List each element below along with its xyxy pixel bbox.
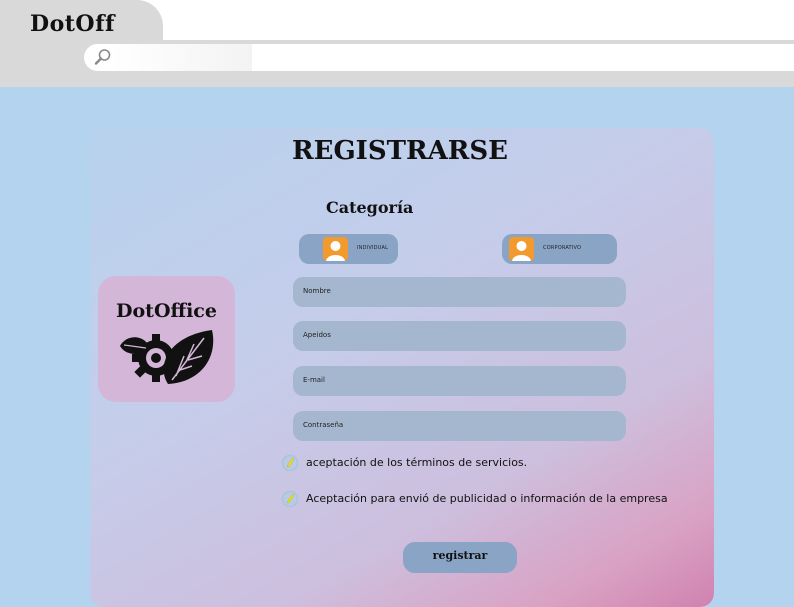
terms-checkbox[interactable] xyxy=(281,454,299,472)
email-field[interactable]: E-mail xyxy=(293,366,626,396)
magnifier-icon[interactable] xyxy=(93,47,113,67)
category-heading: Categoría xyxy=(326,198,414,217)
register-button[interactable]: registrar xyxy=(403,542,517,573)
brand-logo-card: DotOffice xyxy=(98,276,235,402)
advertising-label: Aceptación para envió de publicidad o in… xyxy=(306,492,668,505)
browser-chrome: DotOff xyxy=(0,0,794,87)
advertising-checkbox[interactable] xyxy=(281,490,299,508)
user-avatar-icon xyxy=(323,237,348,261)
name-placeholder: Nombre xyxy=(303,287,331,295)
category-label: INDIVIDUAL xyxy=(357,245,389,251)
register-button-label: registrar xyxy=(432,549,488,562)
email-placeholder: E-mail xyxy=(303,376,325,384)
category-corporativo-button[interactable]: CORPORATIVO xyxy=(502,234,617,264)
password-field[interactable]: Contraseña xyxy=(293,411,626,441)
category-label: CORPORATIVO xyxy=(543,245,582,251)
tab-title: DotOff xyxy=(30,11,116,37)
logo-text: DotOffice xyxy=(116,300,217,322)
gear-leaf-logo-icon xyxy=(120,330,214,384)
page-title: REGISTRARSE xyxy=(292,136,508,166)
terms-label: aceptación de los términos de servicios. xyxy=(306,456,528,469)
address-bar-shade xyxy=(110,44,252,71)
category-individual-button[interactable]: INDIVIDUAL xyxy=(299,234,398,264)
name-field[interactable]: Nombre xyxy=(293,277,626,307)
user-avatar-icon xyxy=(509,237,534,261)
surname-field[interactable]: Apeidos xyxy=(293,321,626,351)
password-placeholder: Contraseña xyxy=(303,421,344,429)
browser-tab[interactable]: DotOff xyxy=(0,0,163,44)
surname-placeholder: Apeidos xyxy=(303,331,331,339)
